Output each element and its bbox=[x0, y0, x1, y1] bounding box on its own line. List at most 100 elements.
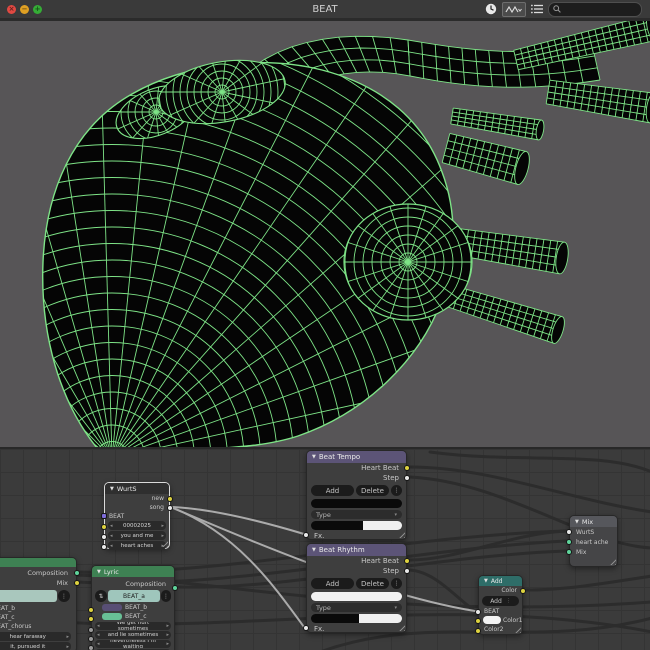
selector-field[interactable] bbox=[0, 590, 57, 602]
input-beat: BEAT bbox=[484, 607, 500, 615]
blend-dropdown[interactable]: Add ⋮ bbox=[482, 596, 519, 606]
lyric-line[interactable]: ◂ nevertheless I'm waiting ▸ bbox=[95, 640, 171, 648]
output-song: song bbox=[149, 504, 164, 511]
stepper-right-icon[interactable]: ▸ bbox=[164, 623, 171, 629]
socket-in[interactable] bbox=[101, 544, 107, 550]
socket-out-new[interactable] bbox=[167, 496, 173, 502]
socket-in-color1[interactable] bbox=[475, 618, 481, 624]
output-composition: Composition bbox=[125, 579, 166, 588]
collapse-icon[interactable]: ▼ bbox=[97, 569, 101, 575]
titlebar: × − + BEAT bbox=[0, 0, 650, 18]
collapse-icon[interactable]: ▼ bbox=[312, 547, 316, 553]
socket-in[interactable] bbox=[88, 636, 94, 642]
lyric-line[interactable]: hear faraway ▸ bbox=[0, 632, 71, 641]
socket-in-fx[interactable] bbox=[303, 532, 309, 538]
type-dropdown[interactable]: Type ▾ bbox=[311, 603, 402, 612]
collapse-icon[interactable]: ▼ bbox=[312, 454, 316, 460]
socket-out-heart-beat[interactable] bbox=[404, 558, 410, 564]
node-title: Lyric bbox=[103, 567, 119, 576]
fx-label: Fx. bbox=[314, 624, 325, 633]
menu-button[interactable]: ⋮ bbox=[391, 578, 402, 589]
color-swatch[interactable] bbox=[102, 613, 122, 620]
socket-in[interactable] bbox=[88, 627, 94, 633]
socket-in[interactable] bbox=[101, 534, 107, 540]
search-input[interactable] bbox=[564, 3, 628, 15]
stepper-right-icon[interactable]: ▸ bbox=[64, 644, 71, 650]
node-lyric-left[interactable]: Composition Mix ⋮ BEAT_b BEAT_c BEAT_cho… bbox=[0, 557, 80, 650]
socket-in-wurts[interactable] bbox=[566, 529, 572, 535]
socket-out-composition[interactable] bbox=[172, 585, 178, 591]
stepper-right-icon[interactable]: ▸ bbox=[64, 634, 71, 640]
menu-button[interactable]: ⋮ bbox=[58, 590, 70, 602]
socket-in-color2[interactable] bbox=[475, 628, 481, 634]
color-swatch[interactable] bbox=[102, 604, 122, 611]
socket-out-heart-beat[interactable] bbox=[404, 465, 410, 471]
resize-handle[interactable] bbox=[609, 558, 616, 565]
slider[interactable] bbox=[311, 521, 402, 530]
search-field[interactable] bbox=[548, 1, 642, 17]
lyric-line[interactable]: it, pursued it ▸ bbox=[0, 642, 71, 650]
stepper-right-icon[interactable]: ▸ bbox=[164, 641, 171, 647]
socket-in-beat[interactable] bbox=[475, 609, 481, 615]
stepper-right-icon[interactable]: ▸ bbox=[159, 533, 166, 539]
lyric-line[interactable]: ◂ We get hurt sometimes ▸ bbox=[95, 622, 171, 630]
search-icon bbox=[553, 5, 561, 13]
node-beat-tempo[interactable]: ▼ Beat Tempo Heart Beat Step Add Delete … bbox=[303, 450, 410, 540]
slider[interactable] bbox=[311, 614, 402, 623]
socket-in[interactable] bbox=[88, 616, 94, 622]
row-label: BEAT_chorus bbox=[0, 623, 32, 630]
socket-in[interactable] bbox=[88, 607, 94, 613]
node-editor[interactable]: ▼ WurtS new song BEAT ◂ 00002025 ▸ ◂ you… bbox=[0, 447, 650, 650]
node-add[interactable]: ▼ Add Color Add ⋮ BEAT Color1 Color2 bbox=[475, 575, 526, 635]
socket-out-color[interactable] bbox=[520, 588, 526, 594]
node-title: Beat Rhythm bbox=[318, 546, 365, 554]
socket-in[interactable] bbox=[101, 524, 107, 530]
collapse-icon[interactable]: ▼ bbox=[484, 578, 488, 584]
row-label: BEAT_b bbox=[125, 604, 148, 611]
color1-swatch[interactable] bbox=[483, 616, 501, 624]
input-color1: Color1 bbox=[503, 616, 522, 624]
field-value[interactable]: ◂ heart aches ▸ bbox=[108, 541, 166, 550]
stepper-right-icon[interactable]: ▸ bbox=[164, 632, 171, 638]
output-new: new bbox=[151, 495, 164, 502]
socket-in-fx[interactable] bbox=[303, 625, 309, 631]
socket-out-mix[interactable] bbox=[74, 580, 80, 586]
add-button[interactable]: Add bbox=[311, 578, 354, 589]
swap-icon[interactable]: ⇅ bbox=[95, 590, 107, 602]
selector-field[interactable]: BEAT_a bbox=[108, 590, 160, 602]
value-bar[interactable] bbox=[311, 499, 402, 508]
collapse-icon[interactable]: ▼ bbox=[110, 486, 114, 492]
menu-button[interactable]: ⋮ bbox=[161, 590, 171, 602]
input-heart-ache: heart ache bbox=[576, 538, 609, 546]
collapse-icon[interactable]: ▼ bbox=[575, 519, 579, 525]
socket-out-composition[interactable] bbox=[74, 570, 80, 576]
add-button[interactable]: Add bbox=[311, 485, 354, 496]
socket-in-heart-ache[interactable] bbox=[566, 539, 572, 545]
delete-button[interactable]: Delete bbox=[355, 578, 389, 589]
menu-button[interactable]: ⋮ bbox=[391, 485, 402, 496]
node-title: Add bbox=[490, 577, 503, 585]
lyric-line[interactable]: ◂ and lie sometimes ▸ bbox=[95, 631, 171, 639]
list-icon[interactable] bbox=[531, 4, 543, 14]
clock-icon[interactable] bbox=[485, 3, 497, 15]
socket-in-beat[interactable] bbox=[101, 513, 107, 519]
node-mix[interactable]: ▼ Mix WurtS heart ache Mix bbox=[566, 515, 618, 567]
delete-button[interactable]: Delete bbox=[355, 485, 389, 496]
3d-viewport[interactable] bbox=[0, 21, 650, 447]
node-beat-rhythm[interactable]: ▼ Beat Rhythm Heart Beat Step Add Delete… bbox=[303, 543, 410, 633]
socket-out-step[interactable] bbox=[404, 475, 410, 481]
waveform-icon[interactable] bbox=[502, 1, 526, 17]
stepper-right-icon[interactable]: ▸ bbox=[159, 523, 166, 529]
node-wurts[interactable]: ▼ WurtS new song BEAT ◂ 00002025 ▸ ◂ you… bbox=[101, 482, 173, 550]
field-value[interactable]: ◂ 00002025 ▸ bbox=[108, 521, 166, 530]
type-dropdown[interactable]: Type ▾ bbox=[311, 510, 402, 519]
socket-in[interactable] bbox=[88, 645, 94, 650]
node-lyric[interactable]: ▼ Lyric Composition ⇅ BEAT_a ⋮ BEAT_b BE… bbox=[88, 565, 178, 650]
socket-in-mix[interactable] bbox=[566, 549, 572, 555]
socket-out-song[interactable] bbox=[167, 505, 173, 511]
output-heart-beat: Heart Beat bbox=[361, 557, 399, 565]
value-bar[interactable] bbox=[311, 592, 402, 601]
field-value[interactable]: ◂ you and me ▸ bbox=[108, 531, 166, 540]
socket-out-step[interactable] bbox=[404, 568, 410, 574]
row-label: BEAT_b bbox=[0, 605, 16, 612]
